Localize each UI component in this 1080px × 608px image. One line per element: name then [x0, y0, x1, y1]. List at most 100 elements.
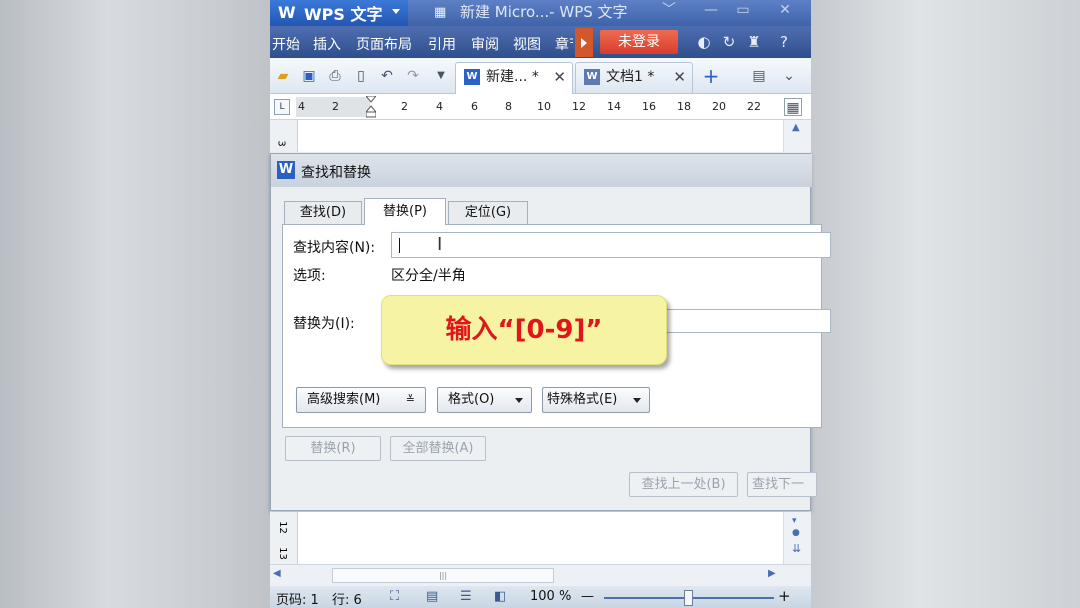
- tab-stop-selector[interactable]: L: [274, 99, 290, 115]
- tab-document-new[interactable]: W 新建... * ✕: [455, 62, 573, 94]
- select-browse-icon[interactable]: ●: [792, 528, 800, 538]
- shirt-icon[interactable]: ♜: [745, 33, 763, 51]
- menu-chapter[interactable]: 章节: [555, 34, 573, 54]
- vertical-ruler: 12 13: [270, 512, 298, 564]
- login-button[interactable]: 未登录: [600, 30, 678, 54]
- menu-review[interactable]: 审阅: [471, 34, 499, 54]
- zoom-in-button[interactable]: +: [778, 587, 791, 605]
- save-icon[interactable]: ▣: [300, 67, 318, 85]
- document-canvas[interactable]: 3 ▲: [270, 120, 811, 152]
- tab-modified-mark: *: [647, 69, 655, 85]
- dropdown-icon[interactable]: ▼: [432, 67, 450, 85]
- doc-icon: W: [584, 69, 600, 85]
- ruler-number: 22: [747, 100, 761, 113]
- outline-view-icon[interactable]: ☰: [460, 589, 472, 604]
- vertical-scrollbar[interactable]: ▲: [783, 120, 811, 152]
- tab-goto[interactable]: 定位(G): [448, 201, 528, 224]
- ruler-number: 2: [332, 100, 339, 113]
- zoom-out-button[interactable]: —: [581, 589, 594, 604]
- wps-logo-icon: W: [277, 161, 295, 179]
- ribbon-collapse-button[interactable]: ﹀: [654, 0, 684, 24]
- scroll-right-icon[interactable]: ▶: [768, 568, 776, 579]
- wps-logo-icon: W: [278, 3, 296, 22]
- page-indicator[interactable]: 页码: 1: [276, 589, 319, 608]
- callout-text: 输入“[0-9]”: [445, 315, 603, 345]
- close-icon[interactable]: ✕: [673, 63, 686, 91]
- options-value: 区分全/半角: [391, 268, 466, 284]
- title-bar: W WPS 文字 ▦ 新建 Micro...- WPS 文字 ﹀ — ▭ ✕: [270, 0, 811, 26]
- ruler-number: 12: [276, 521, 288, 534]
- dialog-title-bar[interactable]: W 查找和替换: [271, 154, 812, 187]
- open-icon[interactable]: ▰: [274, 67, 292, 85]
- web-view-icon[interactable]: ◧: [494, 589, 506, 604]
- help-icon[interactable]: ?: [775, 33, 793, 51]
- ruler-number: 14: [607, 100, 621, 113]
- window-title: 新建 Micro...- WPS 文字: [460, 3, 628, 21]
- text-caret: [399, 238, 400, 253]
- minimize-button[interactable]: —: [696, 0, 726, 24]
- document-canvas-lower[interactable]: 12 13 ▾ ● ⇊: [270, 512, 811, 564]
- menu-home[interactable]: 开始: [272, 34, 300, 54]
- ruler-number: 3: [275, 140, 287, 147]
- scroll-left-icon[interactable]: ◀: [273, 568, 281, 579]
- prev-page-icon[interactable]: ▾: [792, 516, 797, 526]
- menu-insert[interactable]: 插入: [313, 34, 341, 54]
- ruler-number: 6: [471, 100, 478, 113]
- page-view-icon[interactable]: ▤: [426, 589, 438, 604]
- close-button[interactable]: ✕: [770, 0, 800, 24]
- menu-references[interactable]: 引用: [428, 34, 456, 54]
- tab-label: 文档1: [606, 69, 643, 85]
- maximize-button[interactable]: ▭: [728, 0, 758, 24]
- zoom-slider-thumb[interactable]: [684, 590, 693, 606]
- ruler-number: 8: [505, 100, 512, 113]
- find-input[interactable]: I: [391, 232, 831, 258]
- chevron-down-icon: [633, 398, 641, 403]
- wps-menu-button[interactable]: W WPS 文字: [270, 0, 408, 26]
- horizontal-ruler: L 4 2 2 4 6 8 10 12 14 16 18 20 22 ▦: [270, 94, 811, 120]
- tab-list-icon[interactable]: ⌄: [780, 67, 798, 85]
- close-icon[interactable]: ✕: [553, 63, 566, 91]
- indent-marker[interactable]: [366, 96, 376, 118]
- redo-icon[interactable]: ↷: [404, 67, 422, 85]
- replace-all-button[interactable]: 全部替换(A): [390, 436, 486, 461]
- undo-icon[interactable]: ↶: [378, 67, 396, 85]
- chevron-down-icon: [515, 398, 523, 403]
- horizontal-scrollbar[interactable]: ◀ ||| ▶: [270, 564, 811, 586]
- special-format-button[interactable]: 特殊格式(E): [542, 387, 650, 413]
- format-button[interactable]: 格式(O): [437, 387, 532, 413]
- tab-document-1[interactable]: W 文档1 * ✕: [575, 62, 693, 94]
- ruler-number: 18: [677, 100, 691, 113]
- menu-view[interactable]: 视图: [513, 34, 541, 54]
- skin-icon[interactable]: ◐: [695, 33, 713, 51]
- tab-find[interactable]: 查找(D): [284, 201, 362, 224]
- menu-more-button[interactable]: [575, 28, 593, 57]
- fullscreen-icon[interactable]: ⛶: [390, 589, 399, 604]
- print-preview-icon[interactable]: ▯: [352, 67, 370, 85]
- status-bar: 页码: 1 行: 6 ⛶ ▤ ☰ ◧ 100 % — +: [270, 586, 811, 608]
- ruler-number: 4: [436, 100, 443, 113]
- scroll-up-icon[interactable]: ▲: [792, 122, 800, 133]
- window-icon[interactable]: ▤: [750, 67, 768, 85]
- new-tab-icon[interactable]: +: [702, 66, 720, 86]
- instruction-callout: 输入“[0-9]”: [381, 295, 667, 365]
- ruler-number: 4: [298, 100, 305, 113]
- find-next-button[interactable]: 查找下一: [747, 472, 817, 497]
- word-doc-icon: W: [464, 69, 480, 85]
- find-previous-button[interactable]: 查找上一处(B): [629, 472, 738, 497]
- advanced-search-button[interactable]: 高级搜索(M) ≚: [296, 387, 426, 413]
- vertical-scrollbar[interactable]: ▾ ● ⇊: [783, 512, 811, 564]
- replace-button[interactable]: 替换(R): [285, 436, 381, 461]
- line-indicator: 行: 6: [332, 593, 362, 608]
- next-page-icon[interactable]: ⇊: [792, 542, 801, 555]
- scroll-thumb[interactable]: |||: [332, 568, 554, 583]
- tab-replace[interactable]: 替换(P): [364, 198, 446, 225]
- ruler-number: 12: [572, 100, 586, 113]
- options-label: 选项:: [293, 268, 326, 284]
- product-name: WPS 文字: [304, 5, 383, 24]
- menu-page-layout[interactable]: 页面布局: [356, 34, 412, 54]
- tab-label: 新建...: [486, 69, 528, 85]
- dialog-title: 查找和替换: [301, 165, 371, 181]
- refresh-icon[interactable]: ↻: [720, 33, 738, 51]
- ruler-toggle-icon[interactable]: ▦: [784, 98, 802, 116]
- print-icon[interactable]: ⎙: [326, 67, 344, 85]
